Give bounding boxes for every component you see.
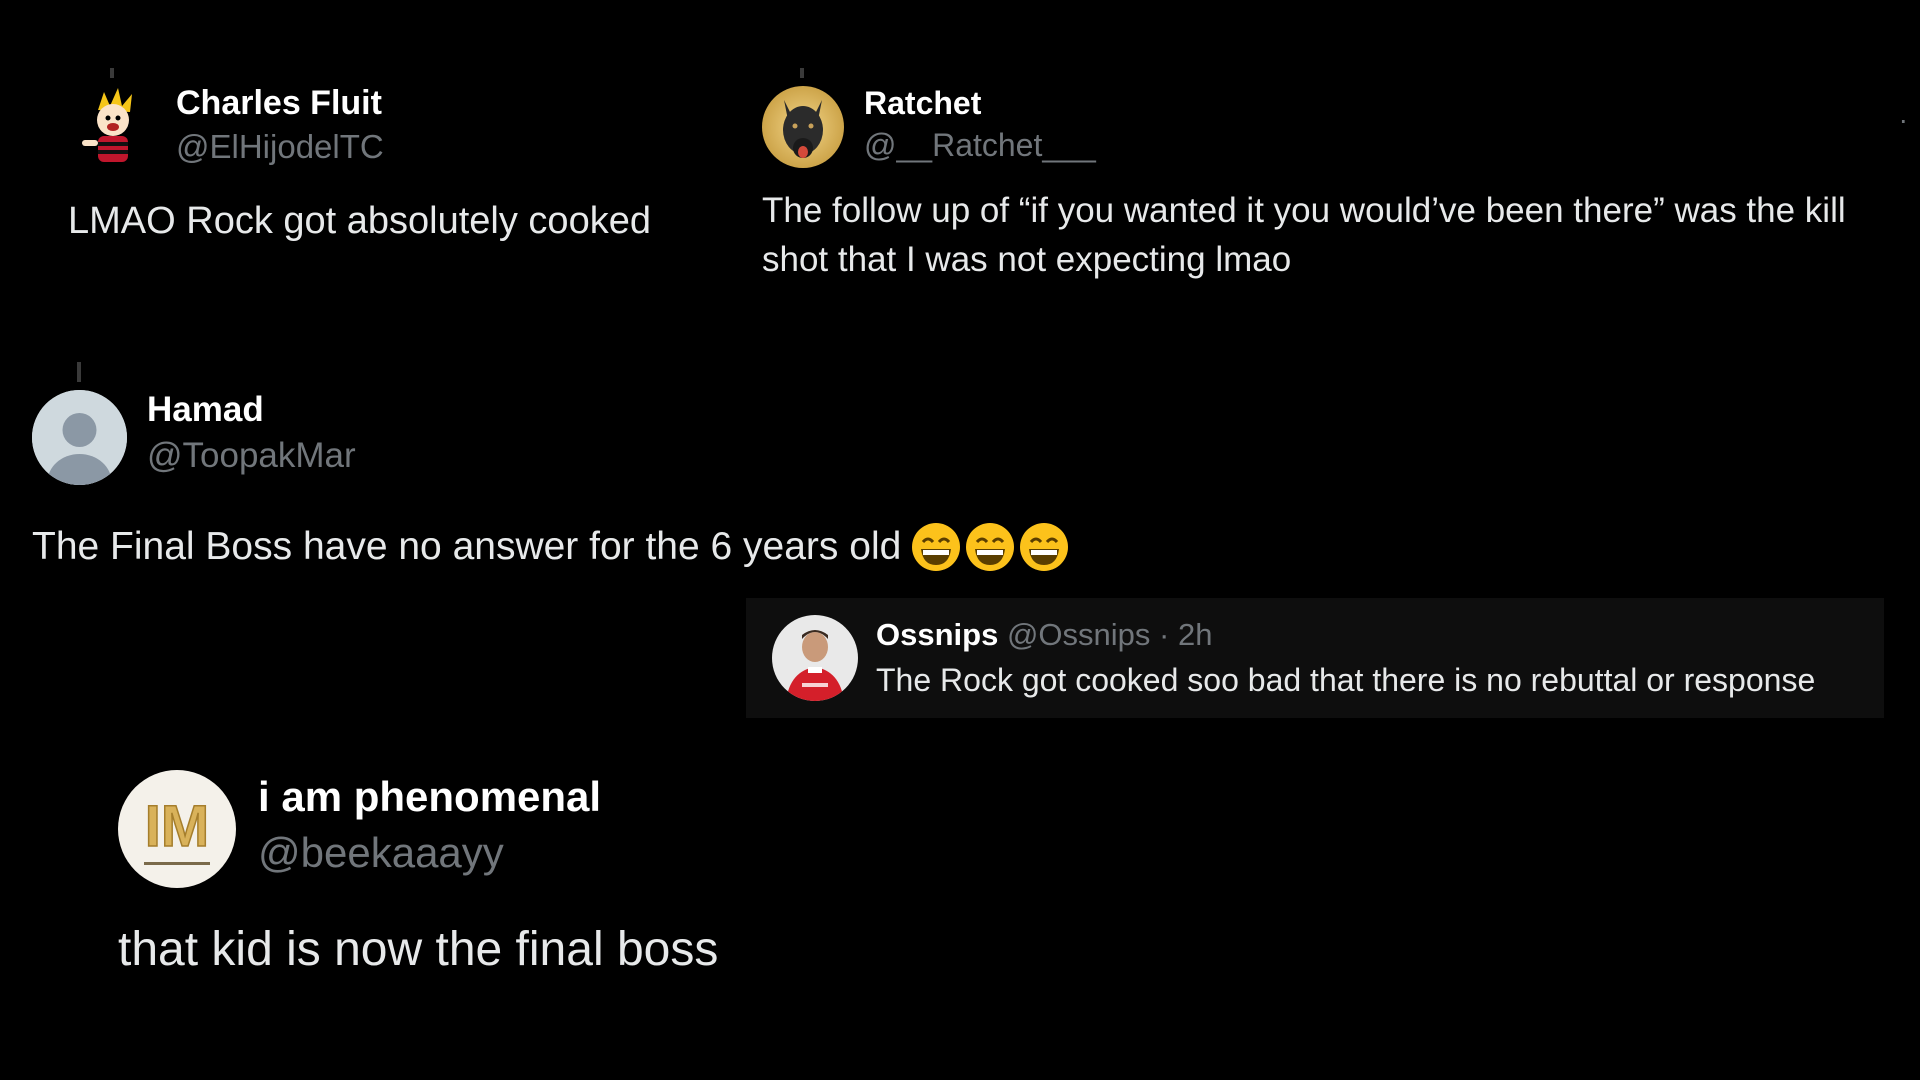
tweet-header: Ossnips @Ossnips · 2h — [876, 613, 1815, 657]
tweet-text: The Final Boss have no answer for the 6 … — [32, 525, 902, 568]
user-handle[interactable]: @__Ratchet___ — [864, 124, 1096, 166]
default-avatar-icon[interactable] — [32, 390, 127, 485]
user-handle[interactable]: @beekaaayy — [258, 825, 601, 881]
thread-line — [800, 68, 804, 78]
separator-dot: · — [1159, 617, 1170, 652]
emoji-group — [911, 522, 1069, 572]
tweet-header: Ratchet @__Ratchet___ — [762, 85, 1892, 168]
author-info: Hamad @ToopakMar — [147, 387, 356, 479]
screenshot-canvas: Charles Fluit @ElHijodelTC LMAO Rock got… — [0, 0, 1920, 1080]
author-info: i am phenomenal @beekaaayy — [258, 769, 601, 881]
avatar[interactable] — [772, 615, 858, 701]
tweet-header: IM i am phenomenal @beekaaayy — [118, 770, 718, 888]
avatar[interactable]: IM — [118, 770, 236, 888]
display-name[interactable]: Hamad — [147, 387, 356, 433]
tweet-text: The Rock got cooked soo bad that there i… — [876, 662, 1816, 698]
tweet-ossnips[interactable]: Ossnips @Ossnips · 2h The Rock got cooke… — [746, 598, 1884, 718]
tweet-i-am-phenomenal[interactable]: IM i am phenomenal @beekaaayy that kid i… — [118, 770, 718, 982]
author-info: Charles Fluit @ElHijodelTC — [176, 81, 384, 169]
avatar[interactable] — [68, 82, 158, 172]
display-name[interactable]: Ratchet — [864, 82, 1096, 124]
tweet-text-row: The Final Boss have no answer for the 6 … — [32, 519, 1069, 575]
more-options-icon[interactable]: · — [1899, 104, 1908, 136]
avatar-logo-text: IM — [145, 794, 209, 859]
display-name[interactable]: Charles Fluit — [176, 81, 384, 125]
quote-content: Ossnips @Ossnips · 2h The Rock got cooke… — [876, 613, 1815, 703]
grinning-face-emoji-icon — [912, 523, 961, 571]
user-handle[interactable]: @ElHijodelTC — [176, 125, 384, 169]
display-name[interactable]: i am phenomenal — [258, 769, 601, 825]
thread-line — [77, 362, 81, 382]
tweet-text: that kid is now the final boss — [118, 923, 719, 976]
tweet-text: The follow up of “if you wanted it you w… — [762, 191, 1846, 279]
tweet-text: LMAO Rock got absolutely cooked — [68, 200, 651, 242]
user-handle[interactable]: @Ossnips — [1007, 617, 1150, 652]
tweet-header: Hamad @ToopakMar — [32, 390, 1069, 485]
display-name[interactable]: Ossnips — [876, 617, 998, 652]
thread-line — [110, 68, 114, 78]
tweet-ratchet[interactable]: · Ratchet @__Ratchet___ The follow up of… — [762, 85, 1908, 284]
avatar[interactable] — [762, 86, 844, 168]
tweet-header: Charles Fluit @ElHijodelTC — [68, 82, 651, 172]
tweet-hamad[interactable]: Hamad @ToopakMar The Final Boss have no … — [32, 390, 1069, 575]
timestamp[interactable]: 2h — [1178, 617, 1212, 652]
author-info: Ratchet @__Ratchet___ — [864, 82, 1096, 166]
grinning-face-emoji-icon — [966, 523, 1015, 571]
tweet-charles-fluit[interactable]: Charles Fluit @ElHijodelTC LMAO Rock got… — [68, 82, 651, 246]
user-handle[interactable]: @ToopakMar — [147, 433, 356, 479]
grinning-face-emoji-icon — [1020, 523, 1069, 571]
